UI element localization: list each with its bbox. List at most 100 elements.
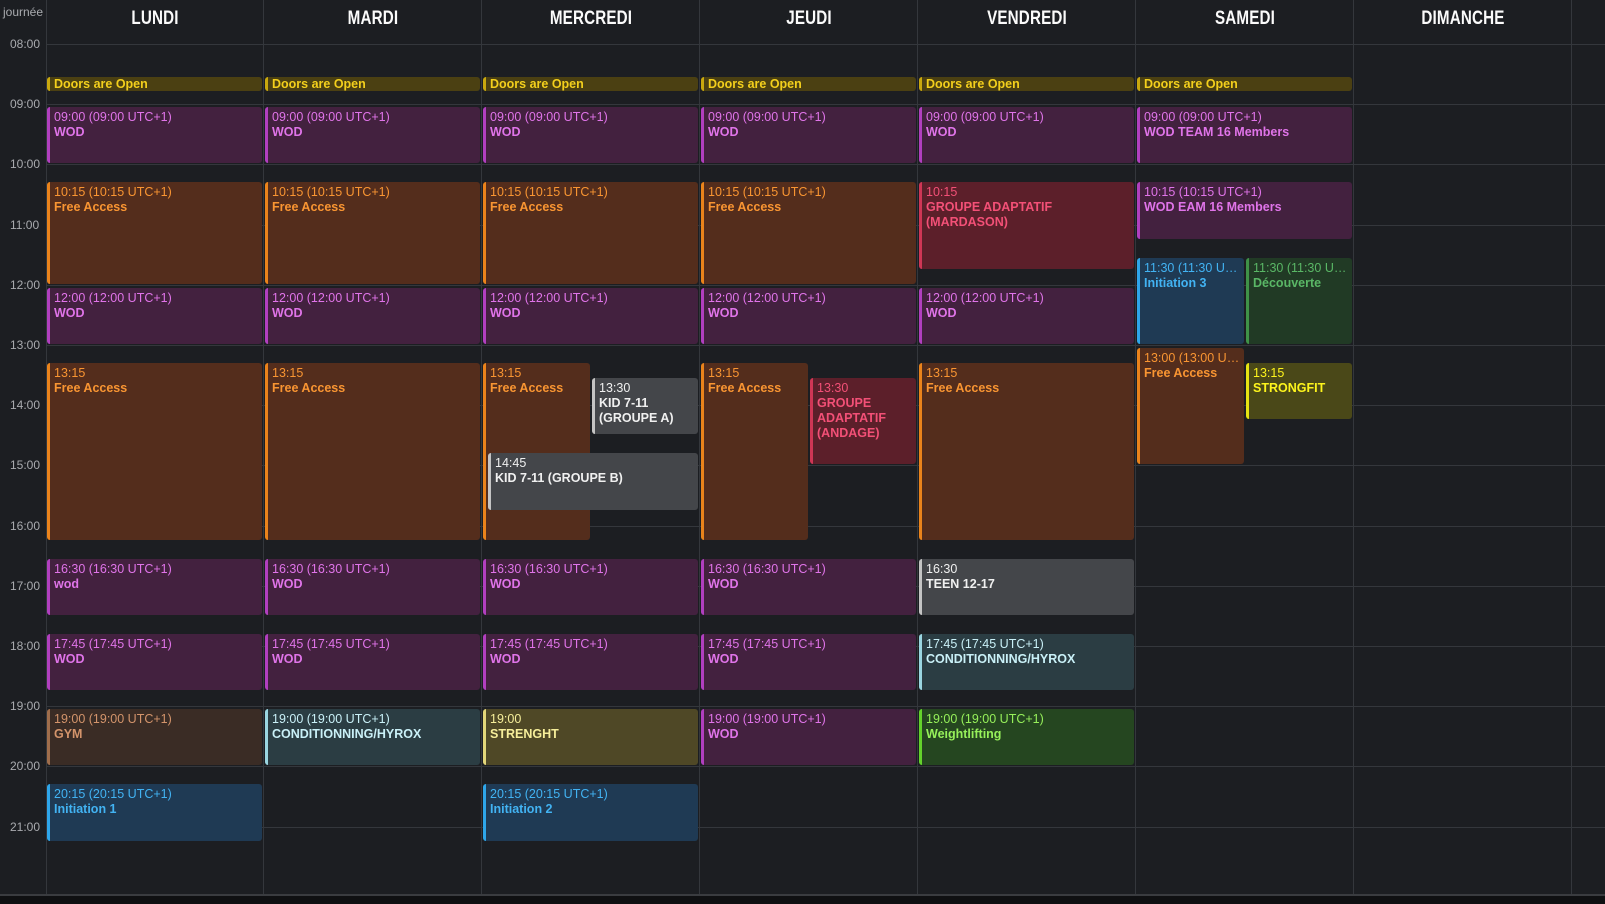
- hour-label: 13:00: [10, 338, 41, 352]
- event-title: GROUPE ADAPTATIF (MARDASON): [926, 200, 1053, 230]
- calendar-event[interactable]: 12:00 (12:00 UTC+1) WOD: [47, 287, 262, 344]
- event-title: TEEN 12-17: [926, 576, 995, 591]
- calendar-event[interactable]: 20:15 (20:15 UTC+1) Initiation 1: [47, 784, 262, 841]
- event-time: 12:00 (12:00 UTC+1): [708, 290, 826, 305]
- calendar-event[interactable]: 12:00 (12:00 UTC+1) WOD: [701, 287, 916, 344]
- calendar-event[interactable]: 14:45 KID 7-11 (GROUPE B): [488, 453, 698, 510]
- event-title: Doors are Open: [490, 77, 584, 92]
- bottom-scrollbar[interactable]: [0, 894, 1605, 904]
- day-header-samedi[interactable]: SAMEDI: [1158, 8, 1332, 30]
- calendar-event[interactable]: 16:30 (16:30 UTC+1) wod: [47, 558, 262, 615]
- calendar-event[interactable]: 17:45 (17:45 UTC+1) WOD: [483, 633, 698, 691]
- banner-event[interactable]: Doors are Open: [1137, 77, 1352, 92]
- banner-event[interactable]: Doors are Open: [47, 77, 262, 92]
- calendar-event[interactable]: 09:00 (09:00 UTC+1) WOD: [919, 107, 1134, 164]
- event-title: Free Access: [490, 381, 564, 396]
- calendar-event[interactable]: 16:30 (16:30 UTC+1) WOD: [701, 558, 916, 615]
- event-title: WOD: [708, 305, 739, 320]
- banner-event[interactable]: Doors are Open: [701, 77, 916, 92]
- calendar-event[interactable]: 10:15 (10:15 UTC+1) Free Access: [265, 182, 480, 284]
- day-header-mercredi[interactable]: MERCREDI: [504, 8, 678, 30]
- calendar-event[interactable]: 17:45 (17:45 UTC+1) WOD: [47, 633, 262, 691]
- day-header-lundi[interactable]: LUNDI: [68, 8, 242, 30]
- calendar-event[interactable]: 17:45 (17:45 UTC+1) WOD: [265, 633, 480, 691]
- day-header-dimanche[interactable]: DIMANCHE: [1376, 8, 1550, 30]
- banner-event[interactable]: Doors are Open: [483, 77, 698, 92]
- calendar-event[interactable]: 09:00 (09:00 UTC+1) WOD: [265, 107, 480, 164]
- calendar-event[interactable]: 19:00 (19:00 UTC+1) CONDITIONNING/HYROX: [265, 709, 480, 766]
- event-time: 19:00: [490, 712, 522, 727]
- calendar-event[interactable]: 19:00 (19:00 UTC+1) GYM: [47, 709, 262, 766]
- calendar-event[interactable]: 13:15 Free Access: [701, 363, 808, 540]
- banner-event[interactable]: Doors are Open: [919, 77, 1134, 92]
- calendar-event[interactable]: 12:00 (12:00 UTC+1) WOD: [919, 287, 1134, 344]
- calendar-event[interactable]: 10:15 (10:15 UTC+1) Free Access: [483, 182, 698, 284]
- event-title: WOD: [926, 125, 957, 140]
- event-title: Doors are Open: [1144, 77, 1238, 92]
- calendar-event[interactable]: 10:15 (10:15 UTC+1) WOD EAM 16 Members: [1137, 182, 1352, 239]
- calendar-event[interactable]: 10:15 (10:15 UTC+1) Free Access: [47, 182, 262, 284]
- hour-label: 08:00: [10, 37, 41, 51]
- calendar-event[interactable]: 17:45 (17:45 UTC+1) WOD: [701, 633, 916, 691]
- event-title: GYM: [54, 727, 83, 742]
- event-title: Doors are Open: [272, 77, 366, 92]
- event-title: Doors are Open: [926, 77, 1020, 92]
- event-time: 13:15: [926, 366, 958, 381]
- event-time: 13:15: [272, 366, 304, 381]
- hour-gridline: [46, 345, 1605, 346]
- calendar-event[interactable]: 20:15 (20:15 UTC+1) Initiation 2: [483, 784, 698, 841]
- banner-event[interactable]: Doors are Open: [265, 77, 480, 92]
- hour-gridline: [46, 285, 1605, 286]
- hour-gridline: [46, 104, 1605, 105]
- hour-gridline: [46, 44, 1605, 45]
- calendar-event[interactable]: 13:15 Free Access: [919, 363, 1134, 540]
- calendar-event[interactable]: 12:00 (12:00 UTC+1) WOD: [265, 287, 480, 344]
- day-header-mardi[interactable]: MARDI: [286, 8, 460, 30]
- event-title: Free Access: [272, 381, 346, 396]
- calendar-event[interactable]: 09:00 (09:00 UTC+1) WOD: [701, 107, 916, 164]
- calendar-event[interactable]: 16:30 (16:30 UTC+1) WOD: [265, 558, 480, 615]
- calendar-event[interactable]: 13:15 STRONGFIT: [1246, 363, 1352, 420]
- calendar-event[interactable]: 19:00 (19:00 UTC+1) WOD: [701, 709, 916, 766]
- event-title: STRENGHT: [490, 727, 559, 742]
- calendar-event[interactable]: 13:30 GROUPE ADAPTATIF (ANDAGE): [810, 378, 916, 465]
- event-title: Découverte: [1253, 275, 1322, 290]
- event-time: 12:00 (12:00 UTC+1): [272, 290, 390, 305]
- event-time: 09:00 (09:00 UTC+1): [1144, 110, 1262, 125]
- event-time: 13:15: [54, 366, 86, 381]
- calendar-event[interactable]: 13:15 Free Access: [483, 363, 590, 540]
- calendar-event[interactable]: 16:30 (16:30 UTC+1) WOD: [483, 558, 698, 615]
- calendar-event[interactable]: 09:00 (09:00 UTC+1) WOD: [483, 107, 698, 164]
- week-calendar: journée 08:00 09:00 10:00 11:00 12:00 13:00 14…: [0, 0, 1605, 904]
- calendar-event[interactable]: 17:45 (17:45 UTC+1) CONDITIONNING/HYROX: [919, 633, 1134, 691]
- calendar-event[interactable]: 13:00 (13:00 UT... Free Access: [1137, 348, 1244, 465]
- hour-gridline: [46, 827, 1605, 828]
- day-column-divider: [1353, 0, 1354, 896]
- calendar-event[interactable]: 13:15 Free Access: [47, 363, 262, 540]
- day-header-jeudi[interactable]: JEUDI: [722, 8, 896, 30]
- hour-gridline: [46, 164, 1605, 165]
- calendar-event[interactable]: 13:30 KID 7-11 (GROUPE A): [592, 378, 698, 435]
- event-title: Free Access: [54, 381, 128, 396]
- event-time: 17:45 (17:45 UTC+1): [54, 636, 172, 651]
- calendar-event[interactable]: 11:30 (11:30 UT... Découverte: [1246, 257, 1352, 344]
- event-time: 17:45 (17:45 UTC+1): [272, 636, 390, 651]
- event-time: 17:45 (17:45 UTC+1): [708, 636, 826, 651]
- calendar-event[interactable]: 16:30 TEEN 12-17: [919, 558, 1134, 615]
- calendar-event[interactable]: 13:15 Free Access: [265, 363, 480, 540]
- hour-label: 12:00: [10, 278, 41, 292]
- calendar-event[interactable]: 10:15 (10:15 UTC+1) Free Access: [701, 182, 916, 284]
- calendar-event[interactable]: 19:00 (19:00 UTC+1) Weightlifting: [919, 709, 1134, 766]
- day-header-vendredi[interactable]: VENDREDI: [940, 8, 1114, 30]
- calendar-event[interactable]: 19:00 STRENGHT: [483, 709, 698, 766]
- event-time: 10:15 (10:15 UTC+1): [54, 185, 172, 200]
- calendar-event[interactable]: 09:00 (09:00 UTC+1) WOD TEAM 16 Members: [1137, 107, 1352, 164]
- calendar-event[interactable]: 12:00 (12:00 UTC+1) WOD: [483, 287, 698, 344]
- event-title: CONDITIONNING/HYROX: [926, 651, 1076, 666]
- calendar-event[interactable]: 10:15 GROUPE ADAPTATIF (MARDASON): [919, 182, 1134, 269]
- event-time: 20:15 (20:15 UTC+1): [54, 787, 172, 802]
- calendar-event[interactable]: 09:00 (09:00 UTC+1) WOD: [47, 107, 262, 164]
- event-title: WOD: [708, 125, 739, 140]
- event-title: Free Access: [54, 200, 128, 215]
- calendar-event[interactable]: 11:30 (11:30 UT... Initiation 3: [1137, 257, 1244, 344]
